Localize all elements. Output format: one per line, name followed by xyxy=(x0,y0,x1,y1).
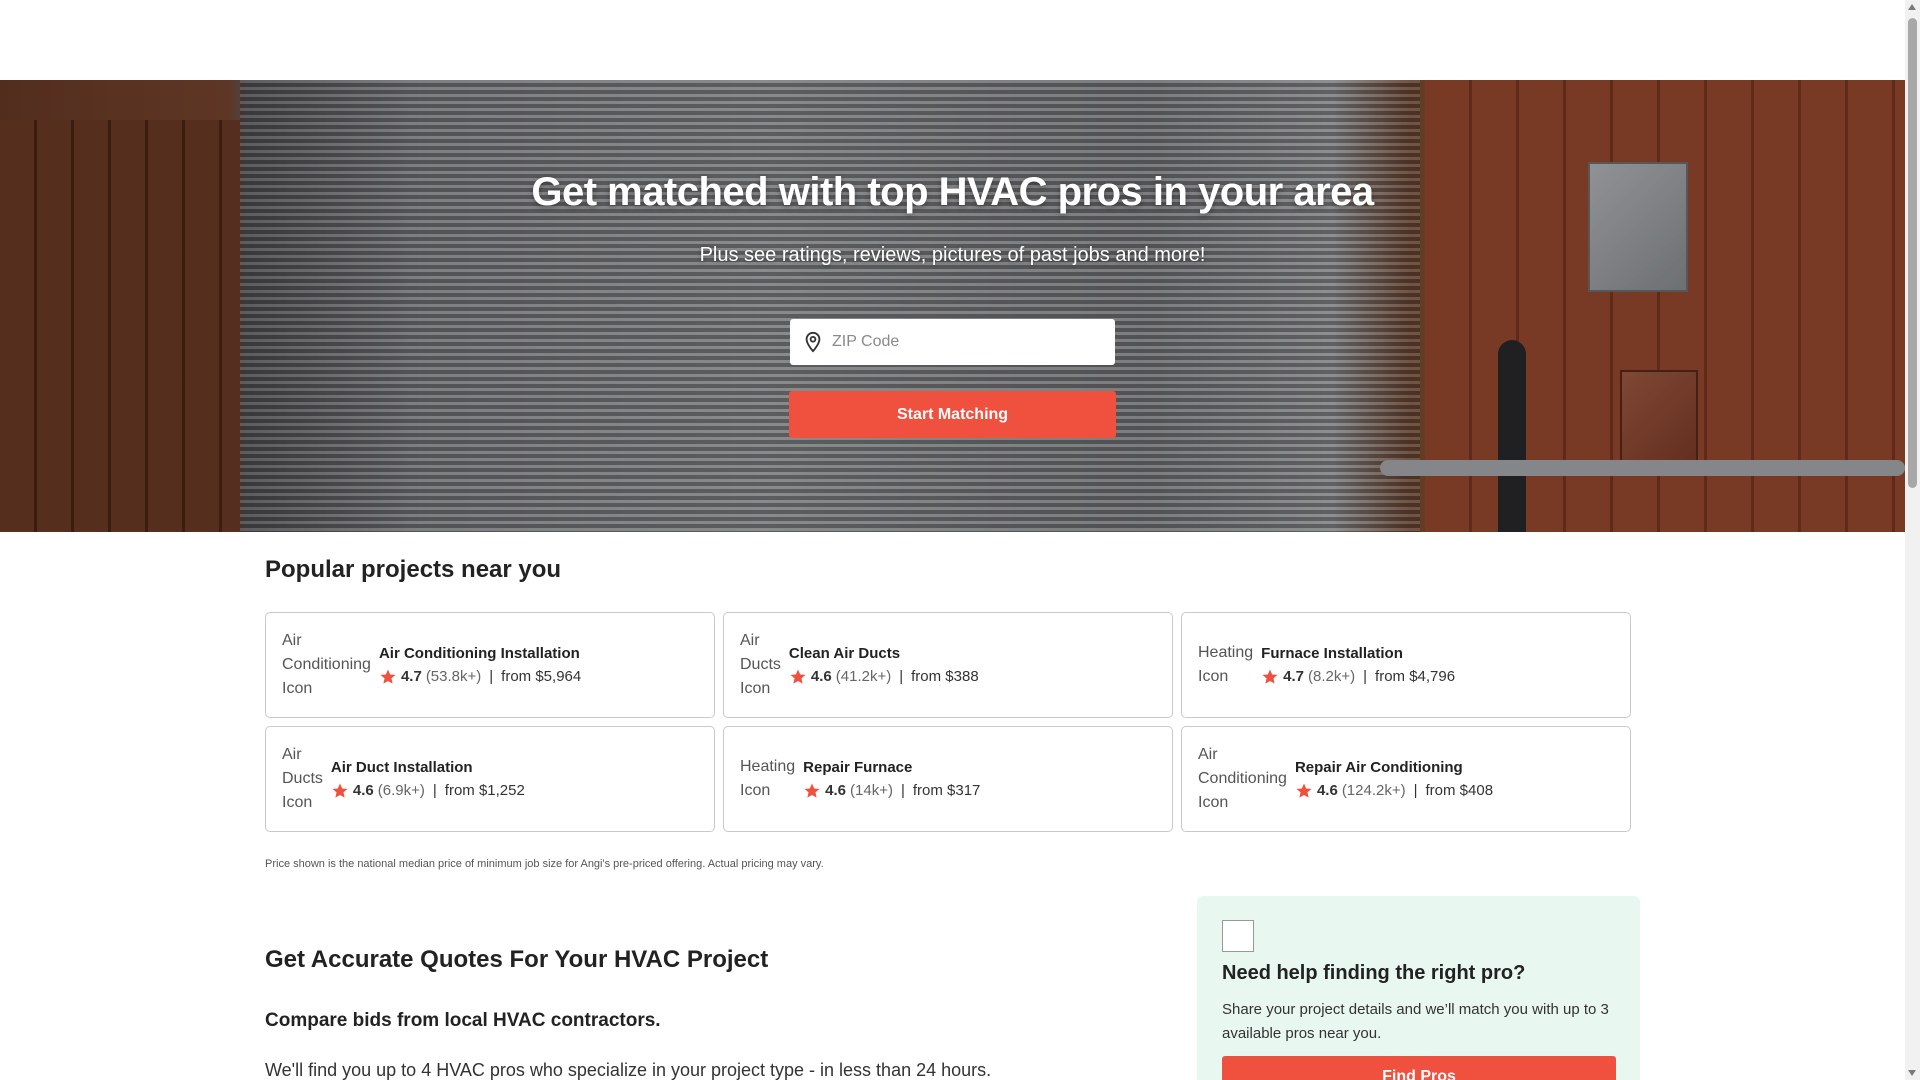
project-name: Clean Air Ducts xyxy=(788,644,901,662)
zip-code-field[interactable] xyxy=(790,319,1115,365)
project-card-body: Air Duct Installation 4.6 (6.9k+) | from $1,… xyxy=(331,759,525,800)
project-image-alt-text: Heating xyxy=(740,758,796,775)
project-image-alt-text: Air xyxy=(1198,746,1218,763)
hero-overlay xyxy=(0,80,1905,532)
project-name: Air Conditioning Installation xyxy=(378,644,580,662)
project-image-alt-text: Conditioning xyxy=(1198,770,1287,787)
project-image-alt-text: Heating xyxy=(1198,644,1254,661)
project-rating: 4.6 xyxy=(352,782,374,799)
project-review-count: (41.2k+) xyxy=(835,668,892,685)
meta-separator: | xyxy=(489,668,494,685)
meta-separator: | xyxy=(1363,668,1368,685)
price-disclaimer: Price shown is the national median price… xyxy=(265,858,824,870)
project-image-icon: Air Ducts Icon xyxy=(740,629,781,701)
project-price: from $4,796 xyxy=(1375,668,1456,685)
project-price: from $317 xyxy=(912,782,981,799)
help-card-text: Share your project details and we’ll mat… xyxy=(1222,1001,1609,1042)
top-navigation-bar xyxy=(0,0,1905,80)
project-card-body: Clean Air Ducts 4.6 (41.2k+) | from $388 xyxy=(789,645,979,686)
project-image-alt-text: Conditioning xyxy=(282,656,371,673)
project-name: Air Duct Installation xyxy=(330,758,473,776)
project-rating: 4.6 xyxy=(1316,782,1338,799)
meta-separator: | xyxy=(1413,782,1418,799)
page-scrollbar[interactable] xyxy=(1905,0,1920,1080)
project-image-icon: Air Conditioning Icon xyxy=(282,629,371,701)
project-image-icon: Air Ducts Icon xyxy=(282,743,323,815)
project-image-alt-text: Icon xyxy=(740,680,771,697)
project-review-count: (8.2k+) xyxy=(1308,668,1356,685)
project-image-alt-text: Ducts xyxy=(282,770,323,787)
project-price: from $5,964 xyxy=(501,668,582,685)
project-name: Repair Furnace xyxy=(803,758,913,776)
hero-banner xyxy=(0,80,1905,532)
project-rating: 4.7 xyxy=(1283,668,1305,685)
project-price: from $408 xyxy=(1425,782,1494,799)
find-pros-text: We'll find you up to 4 HVAC pros who spe… xyxy=(265,1060,992,1080)
project-image-alt-text: Icon xyxy=(282,680,313,697)
project-rating: 4.6 xyxy=(810,668,832,685)
scroll-up-arrow-icon[interactable] xyxy=(1908,4,1916,10)
project-card[interactable]: Air Conditioning Icon Air Conditioning Inst… xyxy=(265,612,715,718)
project-card-body: Air Conditioning Installation 4.7 (53.8k+)… xyxy=(379,645,581,686)
project-rating: 4.6 xyxy=(825,782,847,799)
star-icon xyxy=(804,783,820,798)
star-icon xyxy=(790,669,806,684)
project-meta: 4.6 (6.9k+) | from $1,252 xyxy=(331,782,525,800)
project-card-body: Repair Air Conditioning 4.6 (124.2k+) | from… xyxy=(1295,759,1493,800)
project-image-alt-text: Icon xyxy=(1198,668,1229,685)
project-price: from $388 xyxy=(911,668,979,685)
project-image-alt-text: Air xyxy=(282,632,302,649)
meta-separator: | xyxy=(900,782,905,799)
project-meta: 4.7 (53.8k+) | from $5,964 xyxy=(379,668,581,686)
project-card[interactable]: Air Conditioning Icon Repair Air Conditioni… xyxy=(1181,726,1631,832)
project-meta: 4.6 (124.2k+) | from $408 xyxy=(1295,782,1493,800)
project-card[interactable]: Air Ducts Icon Air Duct Installation 4.6 (6.9… xyxy=(265,726,715,832)
project-card[interactable]: Heating Icon Furnace Installation 4.7 (8.2k+… xyxy=(1181,612,1631,718)
project-name: Furnace Installation xyxy=(1261,644,1403,662)
project-image-icon: Heating Icon xyxy=(1198,641,1253,689)
project-meta: 4.7 (8.2k+) | from $4,796 xyxy=(1261,668,1455,686)
project-image-alt-text: Ducts xyxy=(740,656,781,673)
quotes-section-title: Get Accurate Quotes For Your HVAC Projec… xyxy=(265,946,769,973)
zip-code-input[interactable] xyxy=(832,333,1092,351)
project-card-body: Furnace Installation 4.7 (8.2k+) | from $4,7… xyxy=(1261,645,1455,686)
project-review-count: (124.2k+) xyxy=(1341,782,1406,799)
project-image-alt-text: Icon xyxy=(740,782,771,799)
start-matching-button[interactable]: Start Matching xyxy=(789,391,1116,438)
project-price: from $1,252 xyxy=(444,782,525,799)
project-review-count: (14k+) xyxy=(850,782,893,799)
scrollbar-thumb[interactable] xyxy=(1908,18,1917,488)
star-icon xyxy=(1296,783,1312,798)
meta-separator: | xyxy=(432,782,437,799)
project-card[interactable]: Air Ducts Icon Clean Air Ducts 4.6 (41.2k+) | f… xyxy=(723,612,1173,718)
project-card[interactable]: Heating Icon Repair Furnace 4.6 (14k+) | from … xyxy=(723,726,1173,832)
star-icon xyxy=(1262,669,1278,684)
hero-title: Get matched with top HVAC pros in your a… xyxy=(531,170,1374,214)
map-pin-icon xyxy=(805,331,821,353)
help-finding-pro-card: Need help finding the right pro? Share y… xyxy=(1197,896,1640,1080)
project-meta: 4.6 (14k+) | from $317 xyxy=(803,782,980,800)
broken-image-icon xyxy=(1222,920,1254,952)
star-icon xyxy=(380,669,396,684)
scroll-down-arrow-icon[interactable] xyxy=(1908,1070,1916,1076)
project-name: Repair Air Conditioning xyxy=(1294,758,1463,776)
project-image-alt-text: Icon xyxy=(1198,794,1229,811)
meta-separator: | xyxy=(899,668,904,685)
project-image-alt-text: Air xyxy=(282,746,302,763)
find-pros-button[interactable]: Find Pros xyxy=(1222,1056,1616,1080)
project-image-icon: Air Conditioning Icon xyxy=(1198,743,1287,815)
project-review-count: (6.9k+) xyxy=(377,782,425,799)
project-card-body: Repair Furnace 4.6 (14k+) | from $317 xyxy=(803,759,980,800)
project-rating: 4.7 xyxy=(400,668,422,685)
project-meta: 4.6 (41.2k+) | from $388 xyxy=(789,668,979,686)
project-image-alt-text: Air xyxy=(740,632,760,649)
project-image-icon: Heating Icon xyxy=(740,755,795,803)
project-review-count: (53.8k+) xyxy=(425,668,482,685)
compare-bids-heading: Compare bids from local HVAC contractors… xyxy=(265,1010,661,1031)
popular-projects-title: Popular projects near you xyxy=(265,556,562,583)
help-card-title: Need help finding the right pro? xyxy=(1222,962,1526,984)
hero-subtitle: Plus see ratings, reviews, pictures of p… xyxy=(699,244,1206,266)
star-icon xyxy=(332,783,348,798)
project-image-alt-text: Icon xyxy=(282,794,313,811)
